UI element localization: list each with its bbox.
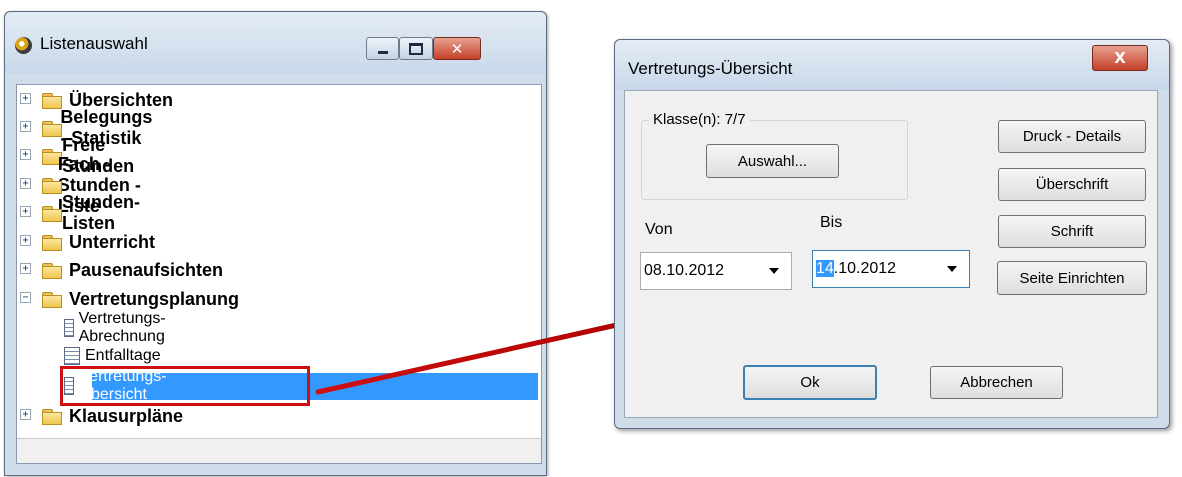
folder-icon <box>42 120 63 137</box>
von-label: Von <box>645 221 673 238</box>
tree-node-klausurplaene[interactable]: + Klausurpläne <box>20 403 184 429</box>
tree-node-label: Unterricht <box>69 231 156 252</box>
list-document-icon <box>64 347 80 365</box>
abbrechen-button[interactable]: Abbrechen <box>930 366 1063 399</box>
folder-icon <box>42 408 62 425</box>
folder-icon <box>42 92 62 109</box>
expand-icon[interactable]: + <box>20 206 31 217</box>
tree-node-label: Stunden-Listen <box>61 192 140 233</box>
tree-leaf-vertretungs-abrechnung[interactable]: Vertretungs-Abrechnung <box>64 310 172 345</box>
horizontal-scrollbar[interactable] <box>17 438 541 463</box>
window-title: Listenauswahl <box>40 34 148 53</box>
bis-date-selected-day: 14 <box>816 260 834 277</box>
ueberschrift-button[interactable]: Überschrift <box>998 168 1146 201</box>
bis-date-picker[interactable]: 14.10.2012 <box>812 250 970 288</box>
tree-node-label: Vertretungsplanung <box>69 288 240 309</box>
folder-icon <box>42 262 62 279</box>
dialog-title-bar[interactable]: Vertretungs-Übersicht X <box>615 40 1169 90</box>
close-icon: X <box>1114 49 1126 67</box>
vertretungs-uebersicht-dialog: Vertretungs-Übersicht X Klasse(n): 7/7 A… <box>614 39 1170 429</box>
dialog-title: Vertretungs-Übersicht <box>628 59 793 78</box>
folder-icon <box>42 291 62 308</box>
tree-leaf-label: Vertretungs-Abrechnung <box>78 310 166 345</box>
tree-node-label: Pausenaufsichten <box>69 259 224 280</box>
expand-icon[interactable]: + <box>20 409 31 420</box>
von-date-value: 08.10.2012 <box>644 262 725 279</box>
folder-icon <box>42 205 62 222</box>
folder-icon <box>42 234 62 251</box>
auswahl-button[interactable]: Auswahl... <box>706 144 839 178</box>
collapse-icon[interactable]: − <box>20 292 31 303</box>
dropdown-arrow-icon[interactable] <box>769 268 779 274</box>
red-highlight-box <box>60 366 310 406</box>
app-clock-icon <box>15 37 32 54</box>
tree-node-stunden-listen[interactable]: + Stunden-Listen <box>20 192 147 233</box>
dropdown-arrow-icon[interactable] <box>947 266 957 272</box>
seite-einrichten-button[interactable]: Seite Einrichten <box>997 261 1147 295</box>
expand-icon[interactable]: + <box>20 149 31 160</box>
folder-icon <box>42 177 62 194</box>
minimize-icon <box>377 50 388 54</box>
close-icon: ✕ <box>450 39 464 58</box>
title-bar[interactable]: Listenauswahl ✕ <box>5 12 546 74</box>
folder-icon <box>42 148 63 165</box>
bis-date-rest: .10.2012 <box>833 260 897 277</box>
expand-icon[interactable]: + <box>20 121 31 132</box>
expand-icon[interactable]: + <box>20 178 31 189</box>
druck-details-button[interactable]: Druck - Details <box>998 120 1146 153</box>
dialog-client-area: Klasse(n): 7/7 Auswahl... Von Bis 08.10.… <box>624 90 1158 418</box>
tree-leaf-label: Entfalltage <box>85 347 161 364</box>
close-button[interactable]: ✕ <box>433 37 481 60</box>
list-document-icon <box>64 319 74 337</box>
minimize-button[interactable] <box>366 37 399 60</box>
maximize-button[interactable] <box>399 37 433 60</box>
expand-icon[interactable]: + <box>20 93 31 104</box>
tree-node-pausenaufsichten[interactable]: + Pausenaufsichten <box>20 257 224 283</box>
expand-icon[interactable]: + <box>20 263 31 274</box>
tree-node-label: Klausurpläne <box>69 405 184 426</box>
dialog-close-button[interactable]: X <box>1092 45 1148 71</box>
tree-node-unterricht[interactable]: + Unterricht <box>20 229 156 255</box>
bis-label: Bis <box>820 214 843 231</box>
schrift-button[interactable]: Schrift <box>998 215 1146 248</box>
bis-date-value: 14.10.2012 <box>813 260 947 278</box>
ok-button[interactable]: Ok <box>743 365 877 400</box>
klassen-label: Klasse(n): 7/7 <box>649 111 750 128</box>
von-date-picker[interactable]: 08.10.2012 <box>640 252 792 290</box>
maximize-icon <box>409 42 423 55</box>
tree-node-vertretungsplanung[interactable]: − Vertretungsplanung <box>20 286 240 312</box>
expand-icon[interactable]: + <box>20 235 31 246</box>
